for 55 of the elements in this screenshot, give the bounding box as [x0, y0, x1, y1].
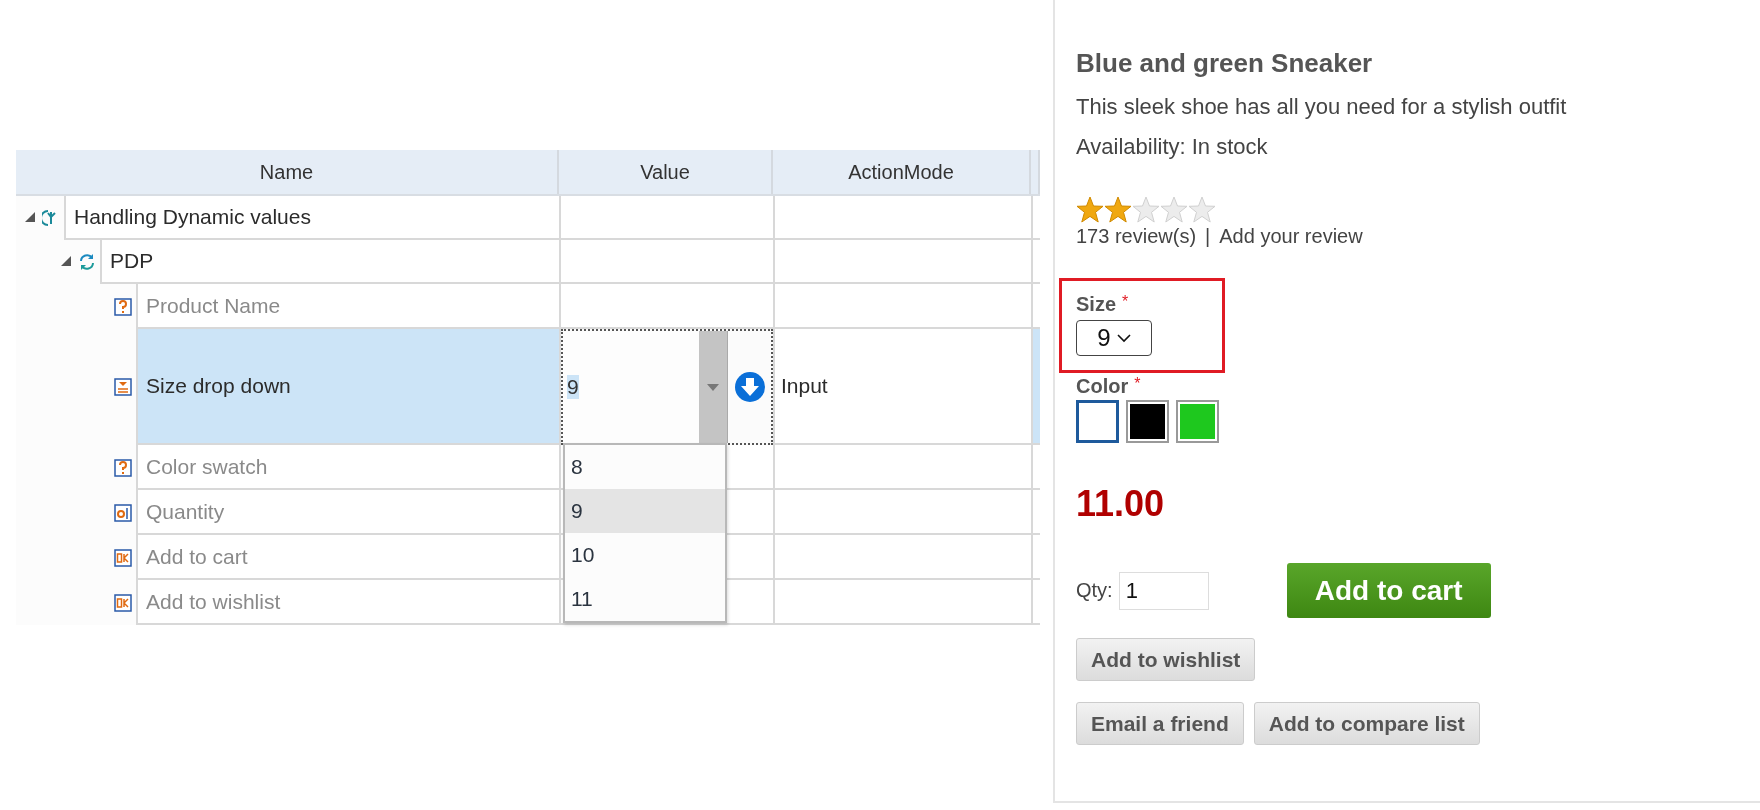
value-dropdown[interactable]: 9 — [561, 329, 773, 445]
text-field-icon — [114, 503, 132, 522]
product-title: Blue and green Sneaker — [1076, 48, 1373, 79]
size-select[interactable]: 9 — [1076, 320, 1152, 356]
star-icon — [1104, 196, 1132, 223]
price: 11.00 — [1076, 483, 1165, 525]
required-mark: * — [1122, 293, 1129, 312]
action-mode-text: Input — [780, 374, 828, 398]
star-icon — [1132, 196, 1160, 223]
dropdown-icon — [114, 378, 132, 396]
column-header[interactable]: Value — [559, 150, 773, 194]
color-swatch[interactable] — [1126, 400, 1169, 443]
dropdown-option[interactable]: 9 — [565, 489, 725, 533]
email-friend-button[interactable]: Email a friend — [1076, 702, 1244, 745]
qty-label: Qty: — [1076, 579, 1113, 602]
chevron-down-icon — [1116, 333, 1131, 343]
refresh-icon — [78, 253, 96, 271]
column-header[interactable]: Name — [16, 150, 559, 194]
table-cell — [1031, 490, 1040, 535]
color-label: Color — [1076, 375, 1129, 398]
tree-item[interactable]: PDP — [100, 240, 559, 284]
collapse-icon[interactable] — [60, 255, 72, 267]
availability-text: Availability: In stock — [1076, 134, 1268, 160]
qty-input[interactable]: 1 — [1118, 571, 1209, 610]
color-swatch[interactable] — [1076, 400, 1119, 443]
table-cell — [1031, 580, 1040, 625]
column-header[interactable]: ActionMode — [773, 150, 1031, 194]
caret-icon — [707, 383, 719, 391]
collapse-icon[interactable] — [24, 211, 36, 223]
star-icon — [1188, 196, 1216, 223]
add-to-cart-button[interactable]: Add to cart — [1286, 563, 1491, 618]
star-icon — [1076, 196, 1104, 223]
compare-button[interactable]: Add to compare list — [1253, 702, 1480, 745]
table-cell — [1031, 445, 1040, 490]
dropdown-option[interactable]: 11 — [565, 577, 725, 621]
required-mark: * — [1134, 375, 1141, 394]
star-icon — [1160, 196, 1188, 223]
help-icon — [114, 297, 132, 316]
button-icon — [114, 548, 132, 567]
add-to-wishlist-button[interactable]: Add to wishlist — [1076, 638, 1256, 681]
dropdown-option[interactable]: 8 — [565, 445, 725, 489]
table-cell — [1031, 240, 1040, 284]
help-icon — [114, 458, 132, 477]
tree-item[interactable]: Handling Dynamic values — [64, 196, 559, 240]
add-review-link[interactable]: Add your review — [1219, 225, 1363, 248]
review-count: 173 review(s) — [1076, 225, 1197, 248]
tree-item[interactable]: Size drop down — [136, 329, 559, 445]
button-icon — [114, 593, 132, 612]
dropdown-option[interactable]: 10 — [565, 533, 725, 577]
table-cell — [1031, 535, 1040, 580]
table-cell — [1031, 284, 1040, 329]
color-swatch[interactable] — [1176, 400, 1219, 443]
separator: | — [1205, 225, 1211, 248]
size-label: Size — [1076, 293, 1117, 316]
product-description: This sleek shoe has all you need for a stylish outfit — [1076, 94, 1567, 120]
